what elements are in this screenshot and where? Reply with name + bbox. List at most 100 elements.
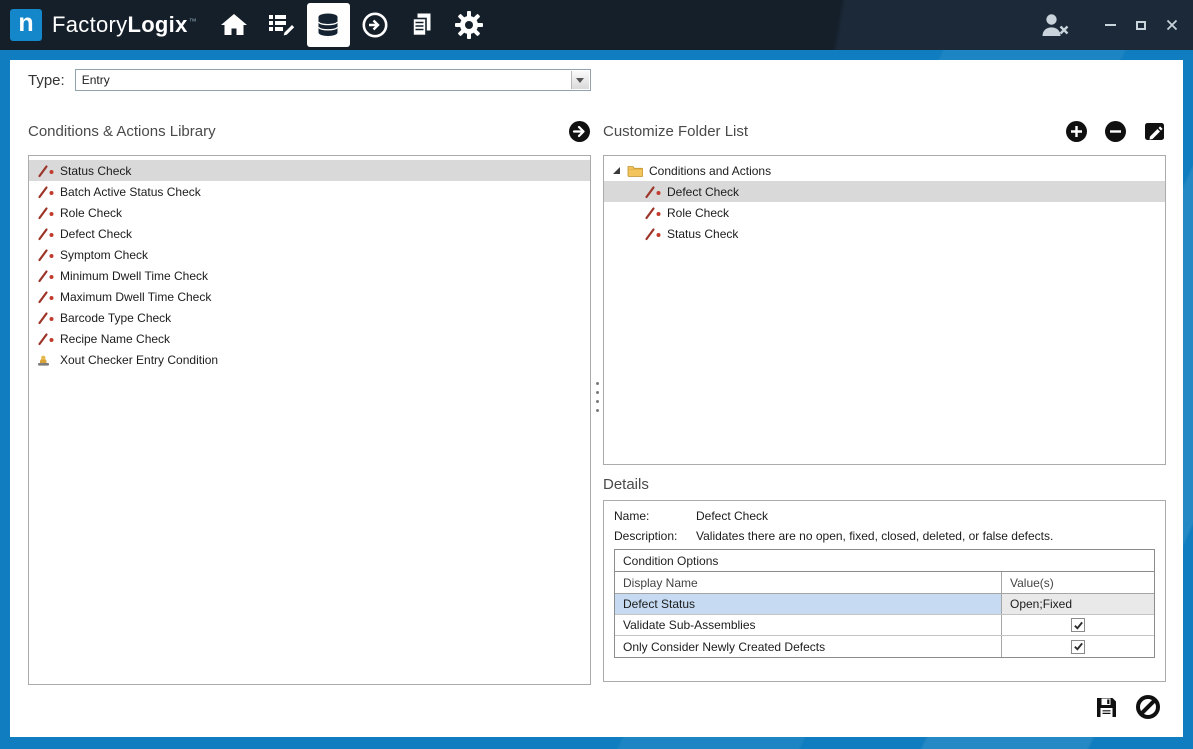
chevron-down-icon (571, 71, 589, 89)
name-value: Defect Check (696, 509, 768, 524)
library-item[interactable]: Xout Checker Entry Condition (29, 349, 590, 370)
home-icon[interactable] (211, 0, 258, 50)
option-name: Validate Sub-Assemblies (615, 615, 1002, 635)
description-value: Validates there are no open, fixed, clos… (696, 529, 1053, 544)
tree-item[interactable]: Status Check (604, 223, 1165, 244)
tree-root-folder[interactable]: Conditions and Actions (604, 160, 1165, 181)
folder-list-title: Customize Folder List (603, 123, 748, 140)
factorylogix-logo: n (10, 9, 42, 41)
folder-list-toolbar (1065, 120, 1166, 143)
footer-actions (1094, 694, 1161, 720)
option-row[interactable]: Validate Sub-Assemblies (615, 615, 1154, 636)
remove-folder-button[interactable] (1104, 120, 1127, 143)
main-panel: Type: Entry Conditions & Actions Library… (10, 60, 1183, 737)
worksheets-grid-icon[interactable] (258, 0, 305, 50)
library-title: Conditions & Actions Library (28, 123, 216, 140)
titlebar-right (1038, 0, 1179, 50)
condition-icon (35, 164, 55, 178)
add-folder-button[interactable] (1065, 120, 1088, 143)
library-item-label: Recipe Name Check (60, 332, 170, 346)
type-row: Type: Entry (28, 68, 591, 92)
brand-logix: Logix (127, 12, 187, 37)
details-title: Details (603, 476, 649, 493)
library-item[interactable]: Recipe Name Check (29, 328, 590, 349)
close-button[interactable] (1165, 17, 1179, 33)
maximize-button[interactable] (1134, 17, 1148, 33)
library-icon[interactable] (307, 3, 350, 47)
library-item-label: Xout Checker Entry Condition (60, 353, 218, 367)
folder-tree[interactable]: Conditions and Actions Defect Check Role … (603, 155, 1166, 465)
condition-options-table: Condition Options Display NameValue(s) D… (614, 549, 1155, 658)
library-item[interactable]: Symptom Check (29, 244, 590, 265)
name-label: Name: (614, 509, 696, 524)
option-row[interactable]: Defect StatusOpen;Fixed (615, 594, 1154, 615)
checkbox-checked[interactable] (1071, 618, 1085, 632)
gear-icon[interactable] (446, 0, 493, 50)
checkbox-checked[interactable] (1071, 640, 1085, 654)
detail-description-row: Description: Validates there are no open… (614, 529, 1155, 544)
condition-icon (642, 227, 662, 241)
option-value-cell (1002, 636, 1154, 657)
library-item[interactable]: Status Check (29, 160, 590, 181)
option-value-cell[interactable]: Open;Fixed (1002, 594, 1154, 614)
folder-icon (627, 164, 643, 177)
minimize-button[interactable] (1103, 17, 1117, 33)
library-list[interactable]: Status Check Batch Active Status Check Rol… (28, 155, 591, 685)
library-item-label: Minimum Dwell Time Check (60, 269, 208, 283)
documents-icon[interactable] (399, 0, 446, 50)
expander-icon[interactable] (612, 166, 621, 175)
close-icon (1166, 19, 1178, 31)
app-window: n FactoryLogix™ (0, 0, 1193, 749)
navigate-circle-icon[interactable] (352, 0, 399, 50)
library-item-label: Status Check (60, 164, 131, 178)
move-right-button[interactable] (568, 120, 591, 143)
tree-children: Defect Check Role Check Status Check (604, 181, 1165, 244)
cancel-button[interactable] (1135, 694, 1161, 720)
library-item[interactable]: Minimum Dwell Time Check (29, 265, 590, 286)
type-select-value: Entry (82, 73, 110, 87)
titlebar: n FactoryLogix™ (0, 0, 1193, 50)
library-item[interactable]: Barcode Type Check (29, 307, 590, 328)
tree-item-label: Role Check (667, 206, 729, 220)
condition-options-title: Condition Options (615, 550, 1154, 572)
column-header: Value(s) (1002, 572, 1154, 593)
library-item-label: Maximum Dwell Time Check (60, 290, 211, 304)
condition-icon (35, 206, 55, 220)
logo-letter: n (18, 11, 33, 36)
tree-root-label: Conditions and Actions (649, 164, 771, 178)
edit-folder-button[interactable] (1143, 120, 1166, 143)
trademark-symbol: ™ (189, 17, 197, 26)
library-item-label: Role Check (60, 206, 122, 220)
option-row[interactable]: Only Consider Newly Created Defects (615, 636, 1154, 657)
library-item[interactable]: Role Check (29, 202, 590, 223)
type-select[interactable]: Entry (75, 69, 591, 91)
option-name: Defect Status (615, 594, 1002, 614)
brand-factory: Factory (52, 12, 127, 37)
splitter[interactable] (595, 382, 600, 424)
library-item-label: Barcode Type Check (60, 311, 171, 325)
condition-icon (642, 185, 662, 199)
xout-checker-icon (35, 353, 55, 367)
condition-icon (35, 311, 55, 325)
save-button[interactable] (1094, 695, 1119, 720)
options-table-body: Defect StatusOpen;FixedValidate Sub-Asse… (615, 594, 1154, 657)
details-panel: Name: Defect Check Description: Validate… (603, 500, 1166, 682)
condition-icon (642, 206, 662, 220)
brand: n FactoryLogix™ (0, 9, 197, 41)
column-header: Display Name (615, 572, 1002, 593)
library-header: Conditions & Actions Library (28, 118, 591, 144)
tree-item[interactable]: Defect Check (604, 181, 1165, 202)
minimize-icon (1105, 24, 1116, 26)
folder-list-header: Customize Folder List (603, 118, 1166, 144)
library-item[interactable]: Defect Check (29, 223, 590, 244)
tree-item[interactable]: Role Check (604, 202, 1165, 223)
user-x-icon[interactable] (1038, 12, 1072, 38)
library-item[interactable]: Maximum Dwell Time Check (29, 286, 590, 307)
condition-icon (35, 227, 55, 241)
option-name: Only Consider Newly Created Defects (615, 636, 1002, 657)
library-item[interactable]: Batch Active Status Check (29, 181, 590, 202)
library-item-label: Symptom Check (60, 248, 148, 262)
maximize-icon (1136, 21, 1146, 30)
tree-item-label: Defect Check (667, 185, 739, 199)
condition-icon (35, 290, 55, 304)
